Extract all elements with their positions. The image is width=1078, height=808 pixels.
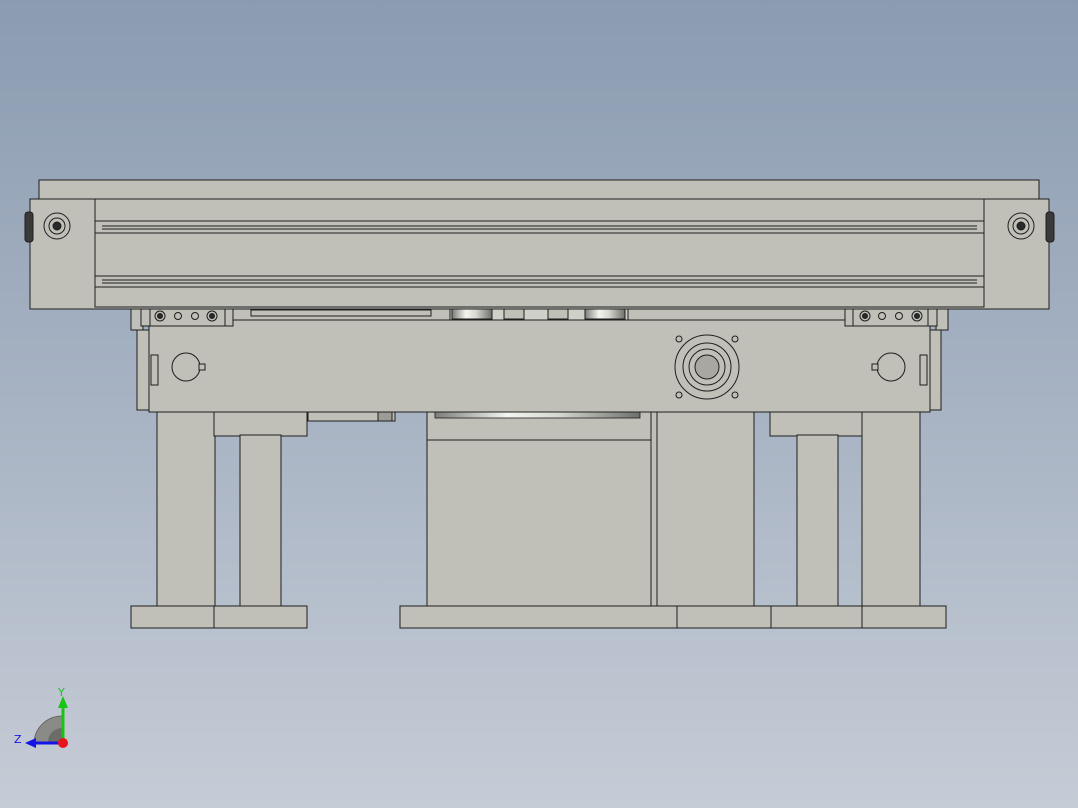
motor-flange bbox=[674, 334, 740, 400]
left-outer-leg bbox=[130, 411, 220, 629]
y-axis-label: Y bbox=[57, 686, 65, 699]
left-inner-leg bbox=[213, 411, 308, 629]
motor-coupling bbox=[434, 411, 641, 419]
right-inner-leg bbox=[769, 411, 864, 629]
motor-block bbox=[399, 411, 772, 629]
under-rail bbox=[307, 411, 396, 422]
view-orientation-triad: Y Z bbox=[14, 686, 68, 748]
linear-stage-model[interactable] bbox=[0, 0, 1078, 808]
carriage-top-strip bbox=[232, 307, 846, 321]
z-axis-arrow bbox=[25, 738, 36, 748]
carriage-plate bbox=[130, 307, 949, 413]
rail-profile bbox=[29, 179, 1050, 310]
right-outer-leg bbox=[861, 411, 947, 629]
z-axis-label: Z bbox=[14, 733, 22, 746]
graphics-viewport[interactable]: Y Z bbox=[0, 0, 1078, 808]
x-axis-dot bbox=[58, 738, 68, 748]
